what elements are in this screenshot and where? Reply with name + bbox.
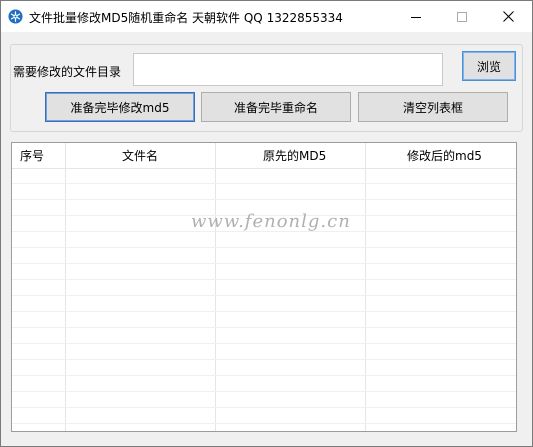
column-divider — [365, 143, 366, 431]
row-grid-line — [12, 327, 516, 328]
row-grid-line — [12, 311, 516, 312]
minimize-icon — [411, 16, 421, 18]
column-header-new-md5[interactable]: 修改后的md5 — [407, 143, 482, 169]
column-divider — [65, 143, 66, 431]
row-grid-line — [12, 199, 516, 200]
row-grid-line — [12, 423, 516, 424]
column-divider — [215, 143, 216, 431]
clear-list-button[interactable]: 清空列表框 — [358, 92, 508, 122]
row-grid-line — [12, 343, 516, 344]
row-grid-line — [12, 407, 516, 408]
maximize-button[interactable] — [439, 1, 485, 32]
row-grid-line — [12, 183, 516, 184]
window-title: 文件批量修改MD5随机重命名 天朝软件 QQ 1322855334 — [29, 11, 343, 25]
row-grid-line — [12, 295, 516, 296]
row-grid-line — [12, 375, 516, 376]
maximize-icon — [457, 11, 467, 22]
modify-md5-button[interactable]: 准备完毕修改md5 — [45, 92, 195, 122]
watermark: www.fenonlg.cn — [191, 211, 351, 232]
column-header-index[interactable]: 序号 — [20, 143, 44, 169]
close-icon — [502, 11, 514, 22]
minimize-button[interactable] — [393, 1, 439, 32]
row-grid-line — [12, 279, 516, 280]
row-grid-line — [12, 247, 516, 248]
dir-input[interactable] — [133, 53, 443, 86]
row-grid-line — [12, 359, 516, 360]
column-header-filename[interactable]: 文件名 — [122, 143, 158, 169]
list-header: 序号 文件名 原先的MD5 修改后的md5 — [12, 143, 516, 169]
app-window: 文件批量修改MD5随机重命名 天朝软件 QQ 1322855334 需要修改的文… — [0, 0, 533, 447]
browse-button[interactable]: 浏览 — [462, 51, 516, 81]
rename-button[interactable]: 准备完毕重命名 — [201, 92, 351, 122]
column-header-original-md5[interactable]: 原先的MD5 — [263, 143, 326, 169]
gear-snowflake-icon — [8, 9, 23, 24]
row-grid-line — [12, 263, 516, 264]
row-grid-line — [12, 391, 516, 392]
close-button[interactable] — [485, 1, 531, 32]
file-list-view[interactable]: 序号 文件名 原先的MD5 修改后的md5 — [11, 142, 517, 432]
dir-label: 需要修改的文件目录 — [13, 65, 122, 79]
title-bar[interactable]: 文件批量修改MD5随机重命名 天朝软件 QQ 1322855334 — [1, 1, 532, 32]
